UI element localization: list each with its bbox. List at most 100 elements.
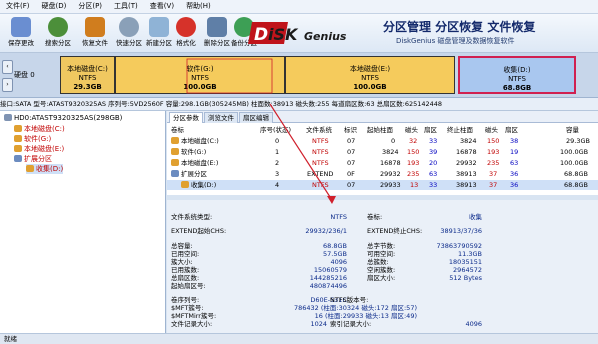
tree-item-label: 本地磁盘(E:) (24, 145, 65, 153)
detail-value: 144285216 (309, 274, 347, 282)
tree-item[interactable]: 收集(D:) (26, 164, 64, 174)
quick-partition-icon (119, 17, 139, 37)
cell-id: 07 (347, 137, 356, 145)
partition-icon (171, 148, 179, 155)
extended-partition-icon (14, 155, 22, 162)
brand-title: 分区管理 分区恢复 文件恢复 (383, 20, 536, 34)
cell-end-head: 37 (489, 170, 498, 178)
cell-start-head: 32 (409, 137, 418, 145)
detail-value: 4096 (330, 258, 347, 266)
record-size-label: 文件记录大小: (171, 320, 213, 328)
table-row[interactable]: 软件(G:) 1 NTFS 07 3824 150 39 16878 193 1… (167, 147, 598, 157)
extend-start-label: EXTEND起始CHS: (171, 227, 227, 235)
partition-block-c[interactable]: 本地磁盘(C:) NTFS 29.3GB (60, 56, 115, 94)
cell-start-cyl: 29933 (380, 181, 401, 189)
partition-name: 本地磁盘(C:) (67, 65, 108, 73)
partition-block-d[interactable]: 收集(D:) NTFS 68.8GB (458, 56, 576, 94)
cell-start-sector: 33 (429, 137, 438, 145)
partition-details: 文件系统类型: NTFS 卷标: 收集 EXTEND起始CHS: 29932/2… (167, 200, 598, 333)
tab-browse-files[interactable]: 浏览文件 (204, 112, 238, 123)
detail-value: 15060579 (313, 266, 347, 274)
recover-file-icon (85, 17, 105, 37)
partition-icon (181, 181, 189, 188)
partition-block-e[interactable]: 本地磁盘(E:) NTFS 100.0GB (285, 56, 455, 94)
svg-text:Genius: Genius (304, 30, 347, 43)
detail-value: 18035151 (448, 258, 482, 266)
tree-item[interactable]: 本地磁盘(C:) (14, 124, 65, 134)
partition-icon (14, 125, 22, 132)
tab-sector-edit[interactable]: 扇区编辑 (239, 112, 273, 123)
cell-start-head: 235 (407, 170, 420, 178)
partition-icon (171, 137, 179, 144)
tree-root[interactable]: HD0:ATAST9320325AS(298GB) (4, 113, 122, 123)
partition-name: 软件(G:) (186, 65, 214, 73)
detail-value: 68.8GB (323, 242, 347, 250)
cell-end-sector: 36 (510, 181, 519, 189)
recover-file-button[interactable]: 恢复文件 (77, 16, 113, 50)
search-partition-button[interactable]: 搜索分区 (40, 16, 76, 50)
cell-end-head: 193 (487, 148, 500, 156)
cell-id: 07 (347, 159, 356, 167)
column-header: 容量 (566, 126, 579, 134)
column-header: 磁头 (485, 126, 498, 134)
extend-start-value: 29932/236/1 (305, 227, 347, 235)
cell-index: 4 (275, 181, 280, 189)
tab-bar: 分区参数 浏览文件 扇区编辑 (167, 111, 598, 123)
cell-start-cyl: 16878 (380, 159, 401, 167)
disk-info-line: 接口:SATA 型号:ATAST9320325AS 序列号:5VD2560F 容… (0, 98, 598, 111)
column-header: 扇区 (505, 126, 518, 134)
cell-index: 0 (275, 137, 280, 145)
tree-item[interactable]: 扩展分区 (14, 154, 52, 164)
next-disk-button[interactable]: › (2, 78, 13, 92)
cell-id: 07 (347, 148, 356, 156)
format-icon (176, 17, 196, 37)
column-header: 起始柱面 (367, 126, 393, 134)
tree-item[interactable]: 本地磁盘(E:) (14, 144, 64, 154)
partition-icon (171, 159, 179, 166)
cell-fs: EXTEND (307, 170, 334, 178)
cell-fs: NTFS (312, 137, 329, 145)
save-icon (11, 17, 31, 37)
cell-size: 100.0GB (560, 159, 589, 167)
cell-start-sector: 20 (429, 159, 438, 167)
cell-start-cyl: 0 (391, 137, 396, 145)
table-row[interactable]: 本地磁盘(C:) 0 NTFS 07 0 32 33 3824 150 38 2… (167, 136, 598, 146)
menu-partition[interactable]: 分区(P) (72, 0, 108, 13)
disk-nav: ‹ › (2, 60, 13, 92)
save-button[interactable]: 保存更改 (3, 16, 39, 50)
cell-end-sector: 63 (510, 159, 519, 167)
detail-key: 空闲簇数: (367, 266, 396, 274)
mft-value: 786432 (柱面:30324 磁头:172 扇区:57) (293, 304, 417, 312)
detail-key: 总字节数: (367, 242, 396, 250)
new-partition-icon (149, 17, 169, 37)
table-row[interactable]: 本地磁盘(E:) 2 NTFS 07 16878 193 20 29932 23… (167, 158, 598, 168)
table-row-selected[interactable]: 收集(D:) 4 NTFS 07 29933 13 33 38913 37 36… (167, 180, 598, 190)
table-row[interactable]: 扩展分区 3 EXTEND 0F 29932 235 63 38913 37 3… (167, 169, 598, 179)
search-partition-icon (48, 17, 68, 37)
menu-view[interactable]: 查看(V) (144, 0, 180, 13)
menu-file[interactable]: 文件(F) (0, 0, 36, 13)
fs-type-value: NTFS (330, 213, 347, 221)
menu-help[interactable]: 帮助(H) (180, 0, 217, 13)
cell-start-sector: 39 (429, 148, 438, 156)
partition-name: 本地磁盘(E:) (349, 65, 391, 73)
cell-size: 68.8GB (564, 170, 588, 178)
row-label: 扩展分区 (171, 169, 207, 179)
column-header: 卷标 (171, 126, 184, 134)
volume-label-label: 卷标: (367, 213, 383, 221)
mftmirr-value: 16 (柱面:29933 磁头:13 扇区:49) (314, 312, 417, 320)
menu-disk[interactable]: 硬盘(D) (36, 0, 73, 13)
cell-size: 68.8GB (564, 181, 588, 189)
prev-disk-button[interactable]: ‹ (2, 60, 13, 74)
partition-fs: NTFS (508, 75, 526, 83)
partition-name: 收集(D:) (503, 66, 531, 74)
partition-block-g[interactable]: 软件(G:) NTFS 100.0GB (115, 56, 285, 94)
menu-tools[interactable]: 工具(T) (108, 0, 144, 13)
tree-item[interactable]: 软件(G:) (14, 134, 51, 144)
fs-type-label: 文件系统类型: (171, 213, 213, 221)
cell-end-head: 150 (487, 137, 500, 145)
svg-text:iSK: iSK (268, 25, 299, 44)
record-size-value: 1024 (310, 320, 327, 328)
partition-size: 100.0GB (353, 83, 387, 91)
tab-partition-params[interactable]: 分区参数 (169, 112, 203, 123)
